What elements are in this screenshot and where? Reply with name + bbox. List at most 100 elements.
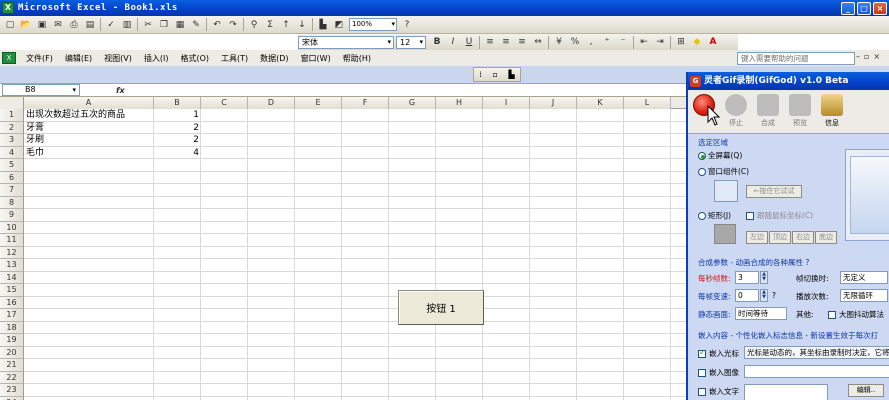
embed-image-input[interactable] <box>744 365 889 378</box>
redo-icon[interactable]: ↷ <box>226 18 240 32</box>
name-box[interactable]: B8 <box>2 84 80 96</box>
doc-restore-icon[interactable]: ▫ <box>864 52 869 61</box>
check-follow-mouse[interactable]: 跟随鼠标坐标(C) <box>746 210 813 221</box>
row-header[interactable]: 1 <box>0 109 24 122</box>
radio-rect[interactable]: 矩形(J) <box>698 210 731 221</box>
spelling-icon[interactable]: ✓ <box>104 18 118 32</box>
row-header[interactable]: 10 <box>0 221 24 234</box>
menu-insert[interactable]: 插入(I) <box>138 53 175 64</box>
row-header[interactable]: 20 <box>0 346 24 359</box>
currency-icon[interactable]: ¥ <box>552 35 566 49</box>
row-header[interactable]: 5 <box>0 159 24 172</box>
cell-a[interactable]: 毛巾 <box>26 147 156 160</box>
row-header[interactable]: 22 <box>0 371 24 384</box>
close-button[interactable]: × <box>873 1 887 15</box>
row-header[interactable]: 3 <box>0 134 24 147</box>
row-header[interactable]: 9 <box>0 209 24 222</box>
row-header[interactable]: 12 <box>0 246 24 259</box>
research-icon[interactable]: ▥ <box>120 18 134 32</box>
autosum-icon[interactable]: Σ <box>263 18 277 32</box>
menu-window[interactable]: 窗口(W) <box>295 53 337 64</box>
help-search-input[interactable]: 键入需要帮助的问题 <box>737 52 855 65</box>
row-header[interactable]: 18 <box>0 321 24 334</box>
row-header[interactable]: 13 <box>0 259 24 272</box>
fps-input[interactable]: 3 <box>735 271 759 284</box>
increase-indent-icon[interactable]: ⇥ <box>653 35 667 49</box>
font-name-select[interactable]: 宋体 <box>298 35 394 49</box>
edit-text-button[interactable]: 编辑.. <box>848 384 884 397</box>
check-embed-text[interactable]: 嵌入文字 <box>698 386 739 397</box>
mini-toolbar-cell-icon[interactable]: ▫ <box>492 70 497 79</box>
column-header-c[interactable]: C <box>201 97 248 109</box>
decrease-decimal-icon[interactable]: ⁻ <box>616 35 630 49</box>
cut-icon[interactable]: ✂ <box>141 18 155 32</box>
row-header[interactable]: 21 <box>0 359 24 372</box>
cell-a[interactable]: 牙刷 <box>26 134 156 147</box>
column-header-i[interactable]: I <box>483 97 530 109</box>
column-header-g[interactable]: G <box>389 97 436 109</box>
switch-select[interactable]: 无定义 <box>840 271 888 284</box>
column-header-e[interactable]: E <box>295 97 342 109</box>
cell-b[interactable]: 1 <box>154 109 201 122</box>
hyperlink-icon[interactable]: ⚲ <box>247 18 261 32</box>
cell-b[interactable]: 2 <box>154 122 201 135</box>
row-header[interactable]: 8 <box>0 196 24 209</box>
print-preview-icon[interactable]: ▤ <box>83 18 97 32</box>
help-icon[interactable]: ? <box>400 18 414 32</box>
print-icon[interactable]: ⎙ <box>67 18 81 32</box>
radio-window[interactable]: 窗口组件(C) <box>698 166 749 177</box>
save-icon[interactable]: ▣ <box>35 18 49 32</box>
borders-icon[interactable]: ⊞ <box>674 35 688 49</box>
row-header[interactable]: 19 <box>0 334 24 347</box>
bold-button[interactable]: B <box>430 35 444 49</box>
menu-data[interactable]: 数据(D) <box>254 53 294 64</box>
cell-a[interactable]: 出现次数超过五次的商品 <box>26 109 156 122</box>
align-center-icon[interactable]: ≡ <box>499 35 513 49</box>
stop-button[interactable]: 停止 <box>720 94 752 128</box>
chart-wizard-icon[interactable]: ▙ <box>316 18 330 32</box>
column-header-j[interactable]: J <box>530 97 577 109</box>
doc-close-icon[interactable]: × <box>873 52 880 61</box>
row-header[interactable]: 4 <box>0 146 24 159</box>
row-header[interactable]: 23 <box>0 384 24 397</box>
speed-spinner[interactable]: ▲ ▼ <box>760 289 768 302</box>
sheet-form-button[interactable]: 按钮 1 <box>398 290 484 325</box>
undo-icon[interactable]: ↶ <box>210 18 224 32</box>
fps-spinner[interactable]: ▲ ▼ <box>760 271 768 284</box>
speed-help[interactable]: ? <box>772 291 776 300</box>
static-select[interactable]: 时间等待 <box>735 307 787 320</box>
check-embed-cursor[interactable]: 嵌入光标 <box>698 348 739 359</box>
compose-button[interactable]: 合成 <box>752 94 784 128</box>
zoom-select[interactable]: 100% <box>349 18 397 31</box>
cell-b[interactable]: 4 <box>154 147 201 160</box>
menu-file[interactable]: 文件(F) <box>20 53 59 64</box>
radio-fullscreen[interactable]: 全屏幕(Q) <box>698 150 742 161</box>
comma-icon[interactable]: , <box>584 35 598 49</box>
permission-icon[interactable]: ✉ <box>51 18 65 32</box>
column-header-d[interactable]: D <box>248 97 295 109</box>
open-folder-icon[interactable]: 📂 <box>19 18 33 32</box>
align-right-icon[interactable]: ≡ <box>515 35 529 49</box>
embed-text-area[interactable] <box>744 384 828 400</box>
row-header[interactable]: 2 <box>0 121 24 134</box>
column-header-a[interactable]: A <box>24 97 154 109</box>
edge-right-button[interactable]: 右边 <box>792 231 814 244</box>
decrease-indent-icon[interactable]: ⇤ <box>637 35 651 49</box>
column-header-f[interactable]: F <box>342 97 389 109</box>
row-header[interactable]: 6 <box>0 171 24 184</box>
merge-center-icon[interactable]: ⇔ <box>531 35 545 49</box>
column-header-l[interactable]: L <box>624 97 671 109</box>
edge-left-button[interactable]: 左边 <box>746 231 768 244</box>
check-embed-image[interactable]: 嵌入图像 <box>698 367 739 378</box>
row-header[interactable]: 17 <box>0 309 24 322</box>
edge-top-button[interactable]: 顶边 <box>769 231 791 244</box>
rect-select-icon[interactable] <box>714 224 736 244</box>
document-icon[interactable]: X <box>2 52 16 64</box>
select-all-corner[interactable] <box>0 97 24 109</box>
paste-icon[interactable]: ▦ <box>173 18 187 32</box>
column-header-h[interactable]: H <box>436 97 483 109</box>
mini-toolbar-chart-icon[interactable]: ▙ <box>509 70 515 79</box>
row-header[interactable]: 16 <box>0 296 24 309</box>
doc-minimize-icon[interactable]: – <box>856 52 860 61</box>
row-header[interactable]: 15 <box>0 284 24 297</box>
